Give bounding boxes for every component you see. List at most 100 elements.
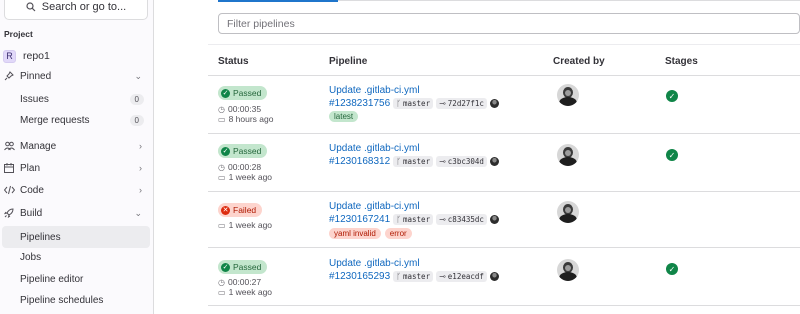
- project-avatar: R: [3, 49, 16, 63]
- commit-sha: e12eacdf: [447, 272, 484, 281]
- sidebar-item-plan[interactable]: Plan ›: [0, 157, 152, 179]
- project-link[interactable]: R repo1: [3, 47, 50, 65]
- committer-avatar[interactable]: [489, 157, 499, 166]
- active-tab-indicator: [218, 0, 338, 2]
- pipeline-title-link[interactable]: Update .gitlab-ci.yml: [329, 143, 420, 154]
- branch-chip[interactable]: ᚴ master: [393, 98, 434, 109]
- status-label: Failed: [233, 205, 257, 215]
- status-label: Passed: [233, 88, 262, 98]
- check-circle-icon: ✓: [221, 88, 230, 98]
- sidebar-item-pipeline-schedules[interactable]: Pipeline schedules: [0, 289, 152, 311]
- sidebar-item-jobs[interactable]: Jobs: [0, 246, 152, 268]
- pipeline-ref-line: #1230168312 ᚴ master ⊸ c3bc304d: [329, 156, 499, 167]
- sidebar-item-pinned[interactable]: Pinned ⌄: [0, 65, 152, 87]
- pipeline-title-link[interactable]: Update .gitlab-ci.yml: [329, 201, 420, 212]
- filter-pipelines-input[interactable]: Filter pipelines: [218, 13, 800, 34]
- header-status: Status: [218, 56, 249, 67]
- tag-latest: latest: [329, 111, 359, 122]
- creator-avatar[interactable]: [557, 84, 579, 106]
- created-time: ▭ 1 week ago: [218, 172, 272, 182]
- committer-avatar[interactable]: [489, 272, 499, 281]
- table-row: ✕ Failed ▭ 1 week ago Update .gitlab-ci.y…: [208, 192, 800, 248]
- branch-chip[interactable]: ᚴ master: [393, 271, 434, 282]
- sidebar-item-label: Pinned: [20, 70, 52, 82]
- check-circle-icon: ✓: [221, 262, 230, 272]
- sidebar-item-manage[interactable]: Manage ›: [0, 135, 152, 157]
- count-badge: 0: [129, 114, 144, 126]
- branch-name: master: [403, 272, 431, 281]
- stage-passed-icon[interactable]: ✓: [666, 90, 678, 102]
- tag-error: error: [384, 228, 412, 239]
- chevron-down-icon: ⌄: [134, 70, 142, 81]
- sidebar-item-label: Merge requests: [20, 114, 90, 126]
- commit-chip[interactable]: ⊸ c83435dc: [436, 214, 487, 225]
- created-time: ▭ 1 week ago: [218, 220, 272, 230]
- sidebar-item-label: Pipeline editor: [20, 273, 84, 285]
- duration: ◷ 00:00:35: [218, 104, 261, 114]
- committer-avatar[interactable]: [489, 215, 499, 224]
- pipeline-id-link[interactable]: #1230167241: [329, 214, 390, 225]
- search-button[interactable]: Search or go to...: [4, 0, 148, 20]
- status-badge[interactable]: ✕ Failed: [218, 203, 263, 217]
- pipeline-title-link[interactable]: Update .gitlab-ci.yml: [329, 258, 420, 269]
- stage-passed-icon[interactable]: ✓: [666, 149, 678, 161]
- sidebar-item-label: Plan: [20, 162, 41, 174]
- branch-name: master: [403, 215, 431, 224]
- calendar-icon: ▭: [218, 287, 226, 297]
- committer-avatar[interactable]: [489, 99, 499, 108]
- sidebar-item-code[interactable]: Code ›: [0, 179, 152, 201]
- header-pipeline: Pipeline: [329, 56, 368, 67]
- chevron-right-icon: ›: [139, 185, 142, 195]
- commit-chip[interactable]: ⊸ 72d27f1c: [436, 98, 487, 109]
- branch-icon: ᚴ: [396, 272, 401, 281]
- sidebar-item-label: Manage: [20, 140, 57, 152]
- project-name: repo1: [23, 50, 50, 62]
- sidebar-item-pipelines[interactable]: Pipelines: [2, 226, 150, 248]
- created-time-value: 1 week ago: [228, 220, 273, 230]
- creator-avatar[interactable]: [557, 259, 579, 281]
- header-stages: Stages: [665, 56, 698, 67]
- pipeline-title-link[interactable]: Update .gitlab-ci.yml: [329, 85, 420, 96]
- sidebar-item-pipeline-editor[interactable]: Pipeline editor: [0, 268, 152, 290]
- status-badge[interactable]: ✓ Passed: [218, 260, 268, 274]
- branch-icon: ᚴ: [396, 99, 401, 108]
- commit-chip[interactable]: ⊸ e12eacdf: [436, 271, 487, 282]
- created-time: ▭ 1 week ago: [218, 287, 272, 297]
- table-row: ✓ Passed ◷ 00:00:27 ▭ 1 week ago Update .g…: [208, 248, 800, 306]
- branch-chip[interactable]: ᚴ master: [393, 156, 434, 167]
- creator-avatar[interactable]: [557, 144, 579, 166]
- section-label: Project: [4, 29, 33, 39]
- pipeline-ref-line: #1238231756 ᚴ master ⊸ 72d27f1c: [329, 98, 499, 109]
- creator-avatar[interactable]: [557, 201, 579, 223]
- sidebar-item-label: Build: [20, 207, 43, 219]
- pipeline-id-link[interactable]: #1238231756: [329, 98, 390, 109]
- sidebar-item-label: Code: [20, 184, 44, 196]
- main-content: Filter pipelines Status Pipeline Created…: [154, 0, 800, 314]
- pipeline-tags: latest: [329, 111, 359, 122]
- check-circle-icon: ✓: [221, 146, 230, 156]
- code-icon: [3, 184, 15, 196]
- status-badge[interactable]: ✓ Passed: [218, 144, 268, 158]
- table-header: Status Pipeline Created by Stages: [208, 44, 800, 76]
- pipeline-id-link[interactable]: #1230168312: [329, 156, 390, 167]
- created-time-value: 1 week ago: [228, 287, 273, 297]
- stage-passed-icon[interactable]: ✓: [666, 263, 678, 275]
- duration: ◷ 00:00:27: [218, 277, 261, 287]
- pipeline-id-link[interactable]: #1230165293: [329, 271, 390, 282]
- sidebar-item-issues[interactable]: Issues 0: [0, 88, 152, 110]
- status-label: Passed: [233, 146, 262, 156]
- branch-name: master: [403, 99, 431, 108]
- calendar-icon: ▭: [218, 172, 226, 182]
- sidebar-item-label: Pipeline schedules: [20, 294, 104, 306]
- sidebar-item-merge-requests[interactable]: Merge requests 0: [0, 109, 152, 131]
- branch-chip[interactable]: ᚴ master: [393, 214, 434, 225]
- status-badge[interactable]: ✓ Passed: [218, 86, 268, 100]
- commit-icon: ⊸: [439, 215, 446, 224]
- created-time-value: 1 week ago: [228, 172, 273, 182]
- chevron-right-icon: ›: [139, 141, 142, 151]
- table-row: ✓ Passed ◷ 00:00:35 ▭ 8 hours ago Update .…: [208, 76, 800, 134]
- clock-icon: ◷: [218, 277, 225, 287]
- commit-icon: ⊸: [439, 272, 446, 281]
- sidebar-item-build[interactable]: Build ⌄: [0, 202, 152, 224]
- commit-chip[interactable]: ⊸ c3bc304d: [436, 156, 487, 167]
